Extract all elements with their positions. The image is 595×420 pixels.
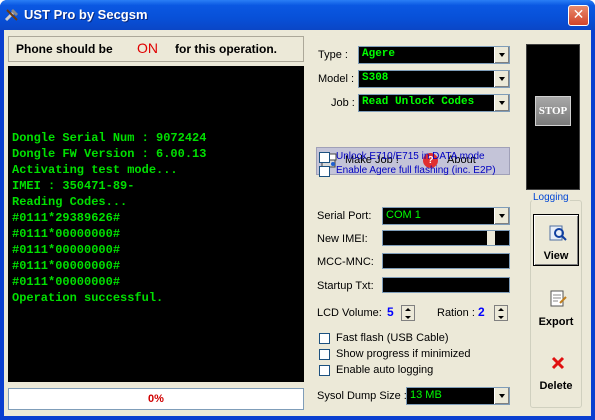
- log-console[interactable]: Dongle Serial Num : 9072424 Dongle FW Ve…: [8, 126, 304, 382]
- window-title: UST Pro by Secgsm: [24, 7, 148, 22]
- view-log-label: View: [543, 250, 569, 262]
- banner-text-pre: Phone should be: [16, 42, 113, 56]
- model-label: Model :: [318, 73, 355, 85]
- ration-label: Ration :: [437, 307, 475, 319]
- console-line: #0111*00000000#: [12, 227, 121, 241]
- console-line: Dongle FW Version : 6.00.13: [12, 147, 207, 161]
- console-line: #0111*00000000#: [12, 243, 121, 257]
- sysol-dump-label: Sysol Dump Size :: [317, 390, 407, 402]
- sysol-dump-value: 13 MB: [410, 389, 442, 401]
- delete-log-button[interactable]: Delete: [533, 344, 579, 396]
- title-bar[interactable]: UST Pro by Secgsm ✕: [0, 0, 595, 30]
- progress-bar: 0%: [8, 388, 304, 410]
- stop-button[interactable]: STOP: [535, 96, 571, 126]
- unlock-data-mode-checkbox[interactable]: [319, 152, 330, 163]
- serial-port-select[interactable]: COM 1: [382, 207, 510, 225]
- export-log-label: Export: [538, 316, 574, 328]
- type-value: Agere: [362, 48, 396, 60]
- mcc-mnc-input[interactable]: [382, 253, 510, 269]
- export-log-button[interactable]: Export: [533, 280, 579, 332]
- auto-logging-checkbox[interactable]: [319, 365, 330, 376]
- console-line: Reading Codes...: [12, 195, 128, 209]
- console-line: #0111*29389626#: [12, 211, 121, 225]
- startup-txt-input[interactable]: [382, 277, 510, 293]
- view-log-button[interactable]: View: [533, 214, 579, 266]
- chevron-down-icon[interactable]: [494, 208, 509, 224]
- lcd-volume-value: 5: [387, 305, 394, 319]
- fast-flash-label[interactable]: Fast flash (USB Cable): [336, 332, 448, 344]
- lcd-volume-spinner[interactable]: [401, 305, 415, 321]
- model-value: S308: [362, 72, 389, 84]
- agere-full-flash-checkbox[interactable]: [319, 166, 330, 177]
- console-line: Operation successful.: [12, 291, 164, 305]
- mcc-mnc-label: MCC-MNC:: [317, 256, 374, 268]
- console-line: Dongle Serial Num : 9072424: [12, 131, 207, 145]
- show-progress-label[interactable]: Show progress if minimized: [336, 348, 471, 360]
- job-select[interactable]: Read Unlock Codes: [358, 94, 510, 112]
- unlock-data-mode-label[interactable]: Unlock E710/E715 in DATA mode: [336, 151, 485, 162]
- delete-icon: [551, 356, 565, 370]
- fast-flash-checkbox[interactable]: [319, 333, 330, 344]
- console-line: #0111*00000000#: [12, 259, 121, 273]
- logging-title: Logging: [532, 192, 570, 203]
- serial-port-value: COM 1: [386, 209, 421, 221]
- export-icon: [550, 290, 567, 307]
- progress-text: 0%: [148, 393, 164, 405]
- power-banner: Phone should be ON for this operation.: [8, 36, 304, 62]
- console-line: Activating test mode...: [12, 163, 178, 177]
- client-area: Phone should be ON for this operation. D…: [4, 30, 591, 416]
- console-line: #0111*00000000#: [12, 275, 121, 289]
- console-line: IMEI : 350471-89-: [12, 179, 135, 193]
- new-imei-input[interactable]: [382, 230, 510, 246]
- close-button[interactable]: ✕: [568, 5, 589, 26]
- chevron-down-icon[interactable]: [494, 71, 509, 87]
- magnifier-icon: [549, 225, 567, 241]
- serial-port-label: Serial Port:: [317, 210, 372, 222]
- lcd-volume-label: LCD Volume:: [317, 307, 382, 319]
- type-select[interactable]: Agere: [358, 46, 510, 64]
- imei-scroll-thumb[interactable]: [487, 231, 495, 245]
- auto-logging-label[interactable]: Enable auto logging: [336, 364, 433, 376]
- banner-state: ON: [137, 40, 158, 56]
- job-label: Job :: [331, 97, 355, 109]
- status-screen: [8, 66, 304, 128]
- chevron-down-icon[interactable]: [494, 388, 509, 404]
- show-progress-checkbox[interactable]: [319, 349, 330, 360]
- ration-value: 2: [478, 305, 485, 319]
- type-label: Type :: [318, 49, 348, 61]
- new-imei-label: New IMEI:: [317, 233, 368, 245]
- job-value: Read Unlock Codes: [362, 96, 475, 108]
- agere-full-flash-label[interactable]: Enable Agere full flashing (inc. E2P): [336, 165, 496, 176]
- model-select[interactable]: S308: [358, 70, 510, 88]
- startup-txt-label: Startup Txt:: [317, 280, 374, 292]
- tools-icon: [4, 9, 18, 22]
- delete-log-label: Delete: [539, 380, 573, 392]
- sysol-dump-select[interactable]: 13 MB: [406, 387, 510, 405]
- chevron-down-icon[interactable]: [494, 47, 509, 63]
- banner-text-post: for this operation.: [175, 42, 277, 56]
- ration-spinner[interactable]: [494, 305, 508, 321]
- chevron-down-icon[interactable]: [494, 95, 509, 111]
